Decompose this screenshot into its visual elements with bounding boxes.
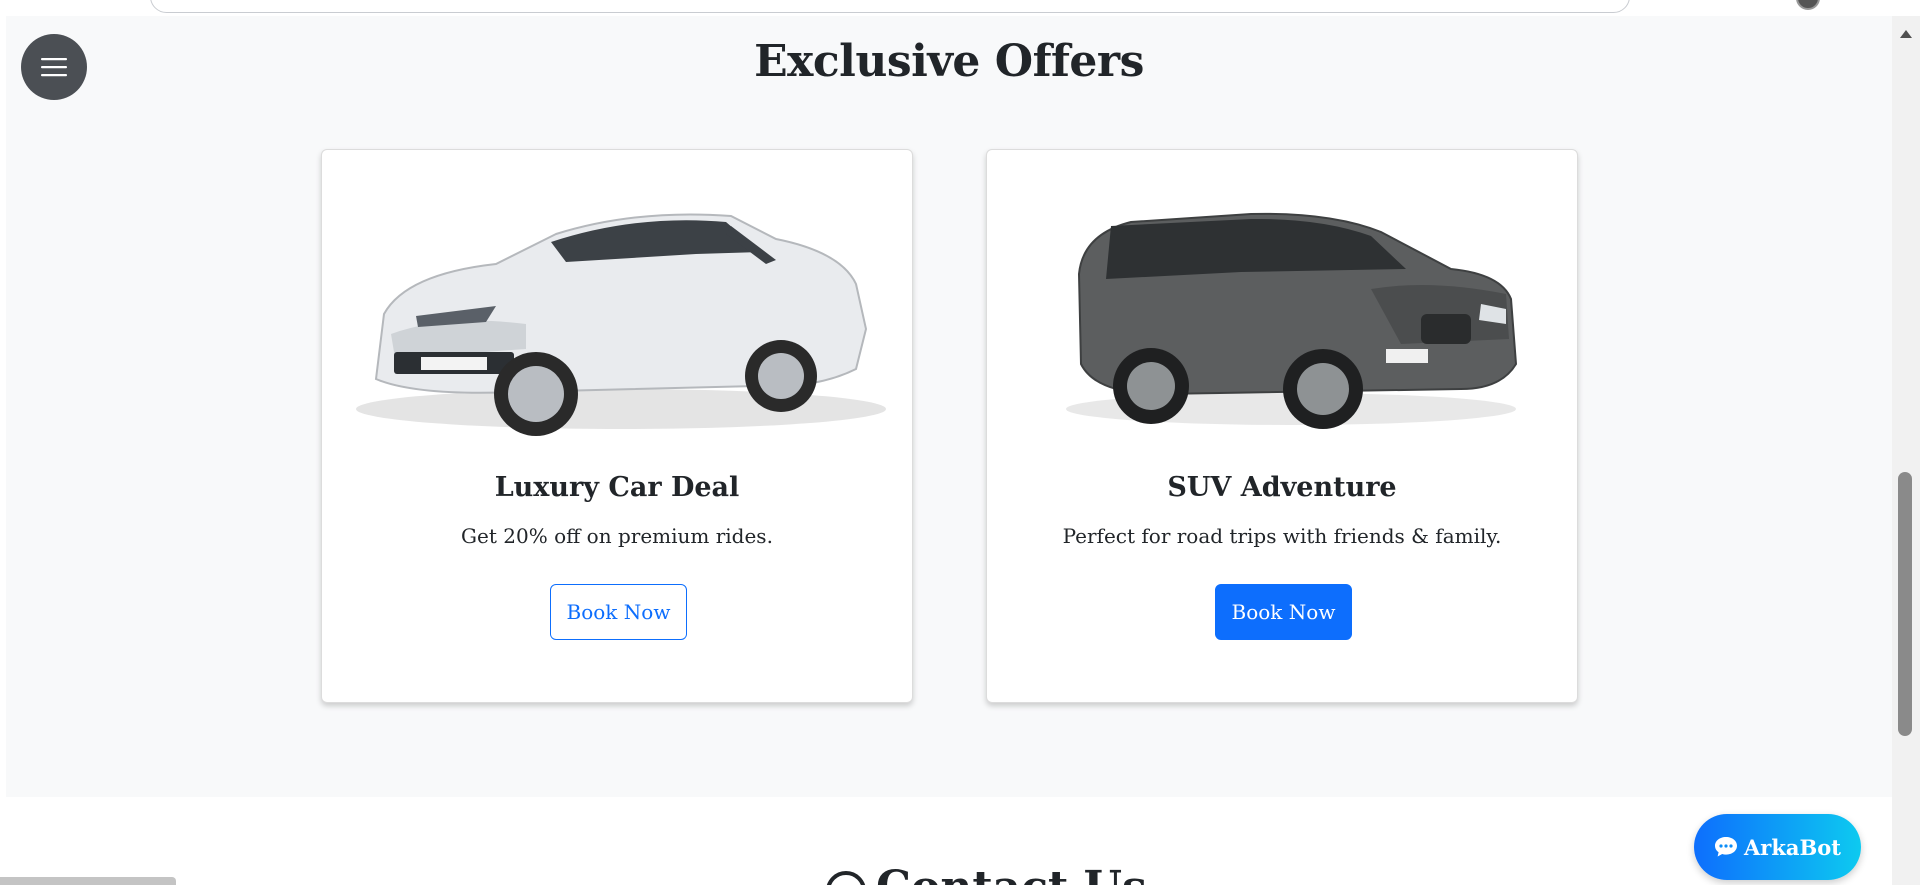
- contact-title: Contact Us: [876, 862, 1147, 885]
- card-text: Get 20% off on premium rides.: [461, 524, 773, 548]
- profile-avatar[interactable]: [1796, 0, 1820, 10]
- book-now-button[interactable]: Book Now: [550, 584, 687, 640]
- section-title: Exclusive Offers: [754, 36, 1144, 87]
- card-title: SUV Adventure: [1167, 472, 1397, 503]
- vertical-scrollbar[interactable]: [1892, 16, 1920, 885]
- browser-toolbar: [0, 0, 1920, 16]
- sedan-car-image: [356, 213, 886, 436]
- offer-card-suv: SUV Adventure Perfect for road trips wit…: [986, 149, 1578, 703]
- book-now-button[interactable]: Book Now: [1215, 584, 1352, 640]
- contact-icon: [826, 870, 866, 885]
- hamburger-icon: [41, 58, 67, 77]
- arkabot-chat-button[interactable]: ArkaBot: [1694, 814, 1861, 880]
- chat-bubble-icon: [1715, 837, 1737, 857]
- bottom-status-bar: [0, 877, 176, 885]
- offer-card-luxury: Luxury Car Deal Get 20% off on premium r…: [321, 149, 913, 703]
- contact-heading: Contact Us: [826, 862, 1147, 885]
- address-bar[interactable]: [150, 0, 1630, 13]
- arkabot-label: ArkaBot: [1744, 834, 1841, 860]
- card-text: Perfect for road trips with friends & fa…: [1062, 524, 1502, 548]
- scrollbar-thumb[interactable]: [1898, 472, 1912, 736]
- suv-car-image: [1066, 212, 1518, 429]
- card-title: Luxury Car Deal: [494, 472, 740, 503]
- offers-section: Exclusive Offers Luxury Car Deal Get 20%…: [6, 16, 1892, 797]
- hamburger-menu-button[interactable]: [21, 34, 87, 100]
- scroll-up-arrow-icon[interactable]: [1900, 30, 1912, 38]
- page-viewport: Exclusive Offers Luxury Car Deal Get 20%…: [6, 16, 1892, 885]
